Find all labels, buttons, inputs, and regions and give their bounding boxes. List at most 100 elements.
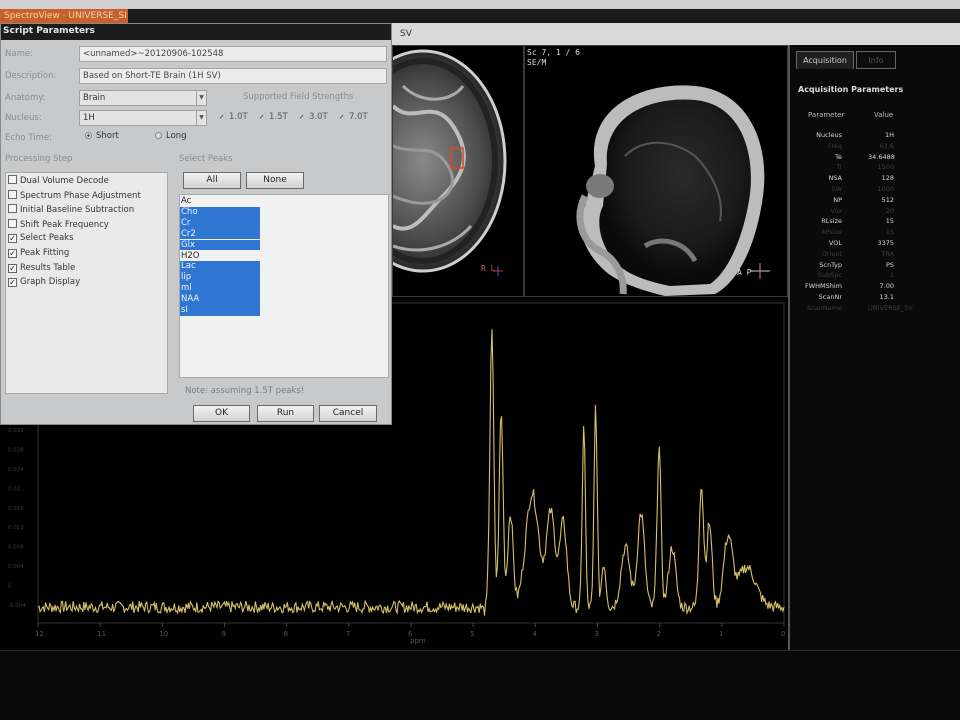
processing-step-item[interactable]: Spectrum Phase Adjustment	[8, 189, 141, 201]
peak-item[interactable]: Ac	[180, 196, 260, 207]
acquisition-value: 512	[881, 195, 894, 204]
echo-time-option-label: Short	[96, 131, 119, 141]
peak-item[interactable]: Cr2	[180, 228, 260, 240]
processing-step-label: Shift Peak Frequency	[20, 219, 109, 230]
acquisition-value: TRA	[881, 249, 894, 258]
processing-step-item[interactable]: Dual Volume Decode	[8, 175, 109, 186]
acquisition-value: 34.6488	[868, 152, 895, 161]
col-value-header: Value	[874, 111, 894, 119]
acquisition-param: ScanName	[807, 303, 842, 312]
anatomy-select[interactable]: Brain ▼	[79, 90, 207, 106]
peak-item[interactable]: Cr	[180, 217, 260, 229]
none-peaks-button[interactable]: None	[246, 172, 304, 189]
x-tick-label: 11	[97, 630, 106, 638]
acquisition-param: Freq	[828, 141, 842, 150]
checkbox-checked-icon[interactable]: ✓	[8, 234, 17, 244]
all-peaks-button[interactable]: All	[183, 172, 241, 189]
peak-item[interactable]: Lac	[180, 261, 260, 273]
processing-step-label: Dual Volume Decode	[20, 176, 109, 186]
field-strength-option[interactable]: ✓ 1.5T	[259, 112, 288, 122]
checkbox-unchecked-icon[interactable]	[8, 204, 17, 214]
check-icon: ✓	[299, 113, 305, 121]
processing-step-label: Processing Step	[5, 154, 73, 164]
peak-item[interactable]: lip	[180, 272, 260, 284]
status-area	[0, 650, 960, 720]
description-field[interactable]: Based on Short-TE Brain (1H SV)	[79, 68, 387, 84]
nucleus-value: 1H	[83, 113, 95, 123]
acquisition-value: 20	[885, 206, 894, 215]
y-tick-label: 0	[8, 584, 12, 590]
acquisition-value: 1500	[877, 163, 894, 172]
acquisition-param: APsize	[821, 228, 842, 237]
dialog-titlebar[interactable]: Script Parameters	[1, 24, 391, 40]
y-tick-label: 0.004	[8, 564, 24, 570]
checkbox-unchecked-icon[interactable]	[8, 218, 17, 228]
acquisition-value: 1000	[877, 185, 894, 193]
acquisition-value: 1	[889, 271, 894, 280]
echo-time-option-label: Long	[166, 131, 187, 141]
acquisition-row: SW 1000	[790, 185, 960, 195]
processing-step-label: Graph Display	[20, 277, 81, 288]
peak-item[interactable]: sI	[180, 305, 260, 316]
peak-item[interactable]: ml	[180, 283, 260, 294]
x-tick-label: 3	[595, 630, 599, 638]
peaks-list: Ac Cho Cr Cr2 Glx H2O Lac lip ml NAA sI	[179, 194, 389, 378]
peak-item[interactable]: NAA	[180, 294, 260, 305]
processing-step-item[interactable]: ✓ Graph Display	[8, 277, 81, 288]
field-strength-option[interactable]: ✓ 3.0T	[299, 112, 328, 122]
cancel-button[interactable]: Cancel	[319, 405, 377, 422]
processing-step-item[interactable]: ✓ Peak Fitting	[8, 248, 69, 258]
tab-info[interactable]: Info	[856, 51, 896, 69]
processing-step-item[interactable]: ✓ Results Table	[8, 263, 75, 273]
acquisition-param: Orient	[821, 249, 842, 258]
y-tick-label: 0.028	[8, 447, 24, 453]
run-button[interactable]: Run	[257, 405, 314, 422]
peak-item[interactable]: Glx	[180, 239, 260, 251]
acquisition-value: 7.00	[879, 282, 894, 291]
sagittal-image-viewport[interactable]: Sc 7, 1 / 6 SE/M A P	[524, 45, 788, 297]
peak-item[interactable]: Cho	[180, 206, 260, 218]
checkbox-checked-icon[interactable]: ✓	[8, 278, 17, 288]
acquisition-param: NP	[833, 195, 842, 204]
acquisition-param: Tr	[836, 163, 842, 172]
field-strength-option[interactable]: ✓ 7.0T	[339, 112, 368, 122]
processing-step-item[interactable]: ✓ Select Peaks	[8, 233, 74, 244]
check-icon: ✓	[259, 113, 265, 121]
acquisition-value: 3375	[877, 239, 894, 247]
acquisition-param: ScanNr	[818, 293, 842, 301]
acquisition-row: Vox 20	[790, 207, 960, 217]
field-strength-label: 7.0T	[349, 112, 368, 122]
acquisition-param: FWHMShim	[804, 282, 842, 291]
app-menu-bar	[128, 9, 960, 23]
echo-time-radio[interactable]: Short	[85, 131, 119, 141]
name-field[interactable]: <unnamed>~20120906-102548	[79, 46, 387, 62]
acquisition-value: UNIVERSE_SV	[868, 303, 913, 312]
checkbox-checked-icon[interactable]: ✓	[8, 263, 17, 273]
sagittal-brain-image	[576, 85, 770, 296]
acquisition-row: ScanName UNIVERSE_SV	[790, 304, 960, 314]
script-parameters-dialog: Script Parameters Name: <unnamed>~201209…	[0, 23, 392, 425]
processing-step-item[interactable]: Initial Baseline Subtraction	[8, 204, 134, 215]
sagittal-orientation-label: A P	[737, 268, 752, 277]
acquisition-title: Acquisition Parameters	[798, 85, 904, 94]
app-tab[interactable]: SpectroView · UNIVERSE_SI	[0, 9, 128, 23]
acquisition-param: Nucleus	[816, 131, 842, 139]
processing-step-label: Results Table	[20, 262, 76, 273]
tab-acquisition[interactable]: Acquisition	[796, 51, 854, 69]
x-axis-label: ppm	[410, 637, 426, 645]
checkbox-unchecked-icon[interactable]	[8, 189, 17, 199]
checkbox-unchecked-icon[interactable]	[8, 175, 17, 184]
acquisition-param: Te	[835, 152, 842, 161]
acquisition-value: 63.6	[879, 141, 894, 150]
peak-item[interactable]: H2O	[180, 251, 260, 262]
field-strength-option[interactable]: ✓ 1.0T	[219, 112, 248, 122]
processing-step-item[interactable]: Shift Peak Frequency	[8, 218, 109, 230]
nucleus-select[interactable]: 1H ▼	[79, 110, 207, 126]
acquisition-param: VOL	[828, 239, 842, 247]
checkbox-checked-icon[interactable]: ✓	[8, 249, 17, 258]
x-tick-label: 2	[657, 630, 661, 638]
axial-image-viewport[interactable]: R L	[392, 45, 524, 297]
check-icon: ✓	[219, 113, 225, 121]
ok-button[interactable]: OK	[193, 405, 250, 422]
echo-time-radio[interactable]: Long	[155, 131, 187, 141]
